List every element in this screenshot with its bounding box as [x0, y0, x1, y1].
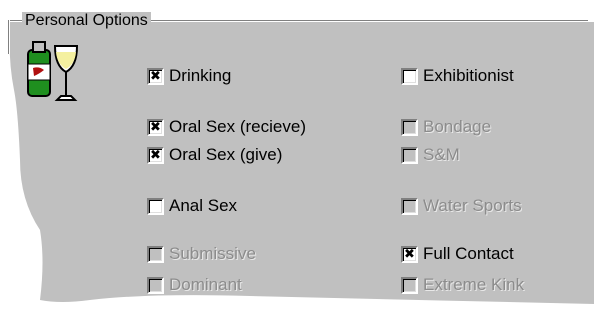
checkbox-box: [401, 197, 418, 215]
exhibitionist-checkbox[interactable]: Exhibitionist: [401, 65, 514, 87]
checkbox-box[interactable]: ✖: [147, 146, 164, 164]
extreme-kink-label: Extreme Kink: [423, 275, 525, 294]
check-mark-icon: ✖: [404, 246, 415, 262]
check-mark-icon: ✖: [150, 147, 161, 163]
bondage-label: Bondage: [423, 117, 492, 136]
drink-icon: [27, 41, 79, 101]
drinking-checkbox[interactable]: ✖ Drinking: [147, 65, 231, 87]
checkbox-box: [401, 276, 418, 294]
anal-sex-label: Anal Sex: [169, 196, 238, 215]
submissive-checkbox: Submissive: [147, 243, 256, 265]
oral-sex-recieve-checkbox[interactable]: ✖ Oral Sex (recieve): [147, 116, 306, 138]
check-mark-icon: ✖: [150, 68, 161, 84]
water-sports-checkbox: Water Sports: [401, 195, 522, 217]
oral-sex-give-label: Oral Sex (give): [169, 145, 283, 164]
checkbox-box[interactable]: [147, 197, 164, 215]
checkbox-box[interactable]: ✖: [147, 67, 164, 85]
full-contact-label: Full Contact: [423, 244, 514, 263]
checkbox-box: [401, 146, 418, 164]
checkbox-box[interactable]: ✖: [401, 245, 418, 263]
full-contact-checkbox[interactable]: ✖ Full Contact: [401, 243, 514, 265]
checkbox-box[interactable]: ✖: [147, 118, 164, 136]
submissive-label: Submissive: [169, 244, 256, 263]
s-and-m-checkbox: S&M: [401, 144, 460, 166]
drinking-label: Drinking: [169, 66, 232, 85]
check-mark-icon: ✖: [150, 119, 161, 135]
group-border-left: [8, 20, 10, 54]
checkbox-box[interactable]: [401, 67, 418, 85]
anal-sex-checkbox[interactable]: Anal Sex: [147, 195, 237, 217]
extreme-kink-checkbox: Extreme Kink: [401, 274, 524, 296]
checkbox-box: [401, 118, 418, 136]
dominant-checkbox: Dominant: [147, 274, 242, 296]
exhibitionist-label: Exhibitionist: [423, 66, 514, 85]
bondage-checkbox: Bondage: [401, 116, 491, 138]
water-sports-label: Water Sports: [423, 196, 522, 215]
oral-sex-recieve-label: Oral Sex (recieve): [169, 117, 306, 136]
s-and-m-label: S&M: [423, 145, 460, 164]
checkbox-box: [147, 245, 164, 263]
group-title: Personal Options: [22, 12, 151, 30]
oral-sex-give-checkbox[interactable]: ✖ Oral Sex (give): [147, 144, 282, 166]
checkbox-box: [147, 276, 164, 294]
dominant-label: Dominant: [169, 275, 242, 294]
